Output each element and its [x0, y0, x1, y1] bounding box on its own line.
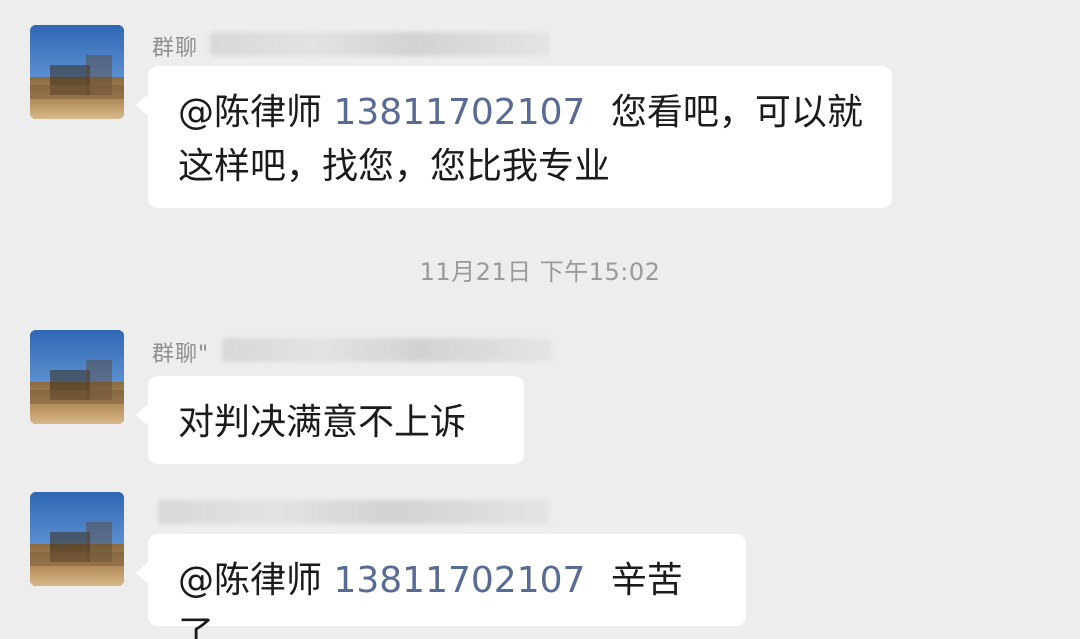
phone-number-link[interactable]: 13811702107 — [333, 92, 585, 133]
blurred-sender-name — [210, 32, 550, 56]
chat-window: 群聊 @陈律师 13811702107 您看吧，可以就 这样吧，找您，您比我专业… — [0, 0, 1080, 639]
sender-name: 群聊 — [152, 36, 199, 61]
message-timestamp: 11月21日 下午15:02 — [419, 258, 661, 286]
message-text: 您看吧，可以就 — [610, 92, 863, 133]
blurred-sender-name — [222, 338, 552, 362]
avatar[interactable] — [30, 25, 124, 119]
sender-name: 群聊" — [152, 342, 210, 367]
message-bubble[interactable]: @陈律师 13811702107 辛苦了 — [136, 534, 746, 639]
message-bubble[interactable]: @陈律师 13811702107 您看吧，可以就 这样吧，找您，您比我专业 — [136, 66, 892, 208]
message-text-line2: 这样吧，找您，您比我专业 — [178, 146, 611, 187]
avatar[interactable] — [30, 330, 124, 424]
phone-number-link[interactable]: 13811702107 — [333, 560, 585, 601]
message-text: 对判决满意不上诉 — [178, 402, 467, 443]
message-bubble[interactable]: 对判决满意不上诉 — [136, 376, 524, 464]
avatar[interactable] — [30, 492, 124, 586]
blurred-sender-name — [158, 500, 550, 524]
mention-text[interactable]: @陈律师 — [178, 92, 322, 133]
mention-text[interactable]: @陈律师 — [178, 560, 322, 601]
